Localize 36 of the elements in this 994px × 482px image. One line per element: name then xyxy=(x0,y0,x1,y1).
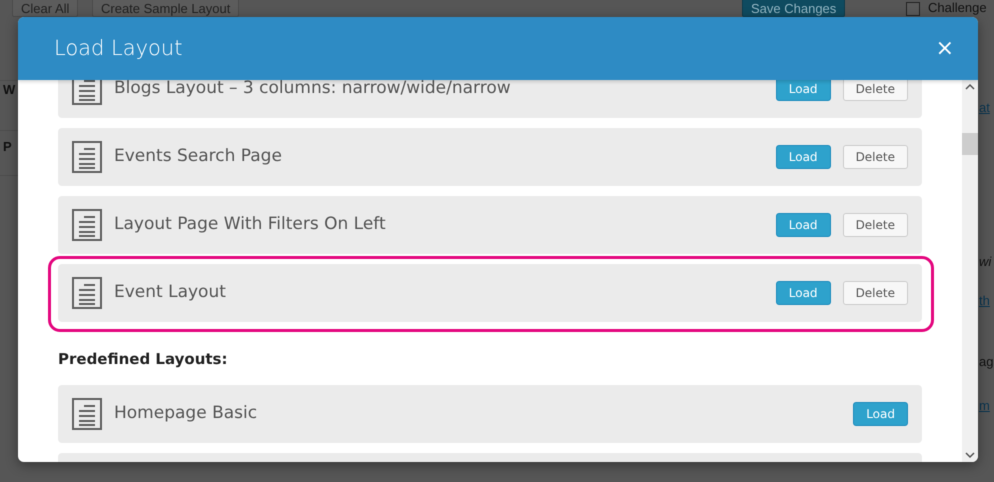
document-icon xyxy=(72,80,102,105)
delete-button[interactable]: Delete xyxy=(842,213,908,237)
layout-name: Homepage Basic xyxy=(114,402,258,425)
layout-name: Events Search Page xyxy=(114,145,283,168)
document-icon xyxy=(72,141,102,173)
delete-button[interactable]: Delete xyxy=(842,145,908,169)
scrollbar-thumb[interactable] xyxy=(962,133,978,155)
load-button[interactable]: Load xyxy=(776,80,831,101)
load-button[interactable]: Load xyxy=(853,402,908,426)
background-link[interactable]: at xyxy=(979,98,990,118)
background-text: W xyxy=(3,81,16,99)
load-button[interactable]: Load xyxy=(776,281,831,305)
checkbox-label: Challenge xyxy=(928,1,987,15)
checkbox[interactable] xyxy=(906,2,920,16)
document-icon xyxy=(72,277,102,309)
background-link[interactable]: m xyxy=(979,396,990,416)
document-icon xyxy=(72,209,102,241)
load-button[interactable]: Load xyxy=(776,213,831,237)
toolbar-button[interactable]: Save Changes xyxy=(742,0,846,17)
background-link[interactable]: th xyxy=(979,291,990,310)
layout-name: Blogs Layout – 3 columns: narrow/wide/narrow xyxy=(114,80,512,100)
background-text: wi xyxy=(979,253,992,271)
toolbar-button[interactable]: Clear All xyxy=(12,0,78,17)
document-icon xyxy=(72,398,102,430)
delete-button[interactable]: Delete xyxy=(842,281,908,305)
toolbar-button[interactable]: Create Sample Layout xyxy=(92,0,240,17)
load-button[interactable]: Load xyxy=(776,145,831,169)
delete-button[interactable]: Delete xyxy=(842,80,908,101)
close-button[interactable]: × xyxy=(932,38,958,60)
section-heading: Predefined Layouts: xyxy=(58,349,228,370)
layout-name: Event Layout xyxy=(114,281,227,304)
background-text: ag xyxy=(979,353,994,371)
layout-name: Layout Page With Filters On Left xyxy=(114,213,387,236)
scrollbar[interactable] xyxy=(962,80,978,462)
background-text: P xyxy=(3,138,12,156)
modal-title: Load Layout xyxy=(54,34,182,62)
